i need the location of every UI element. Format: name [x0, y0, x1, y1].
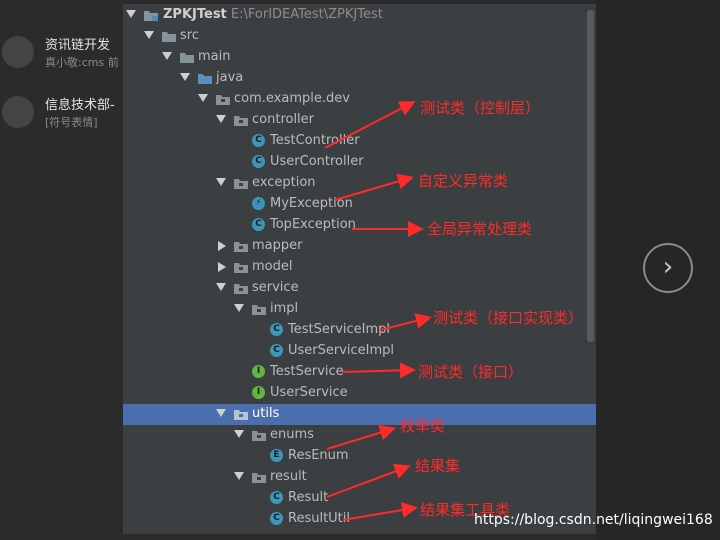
arrow-interface	[341, 362, 416, 379]
arrow-controller	[324, 101, 416, 149]
arrow-exception	[334, 173, 414, 201]
annotation-arrows	[324, 101, 432, 521]
watermark: https://blog.csdn.net/liqingwei168	[474, 512, 713, 528]
annotation-global-exception: 全局异常处理类	[427, 220, 533, 238]
annotation-interface: 测试类（接口）	[418, 363, 524, 381]
arrow-result	[326, 463, 411, 498]
arrow-enums	[326, 424, 396, 450]
annotation-controller: 测试类（控制层）	[420, 99, 541, 117]
arrow-impl	[379, 313, 432, 331]
annotation-enums: 枚举类	[400, 417, 446, 435]
arrow-result-util	[342, 502, 418, 521]
annotation-impl: 测试类（接口实现类）	[433, 309, 584, 327]
annotation-result: 结果集	[415, 457, 461, 475]
annotation-exception: 自定义异常类	[418, 172, 509, 190]
